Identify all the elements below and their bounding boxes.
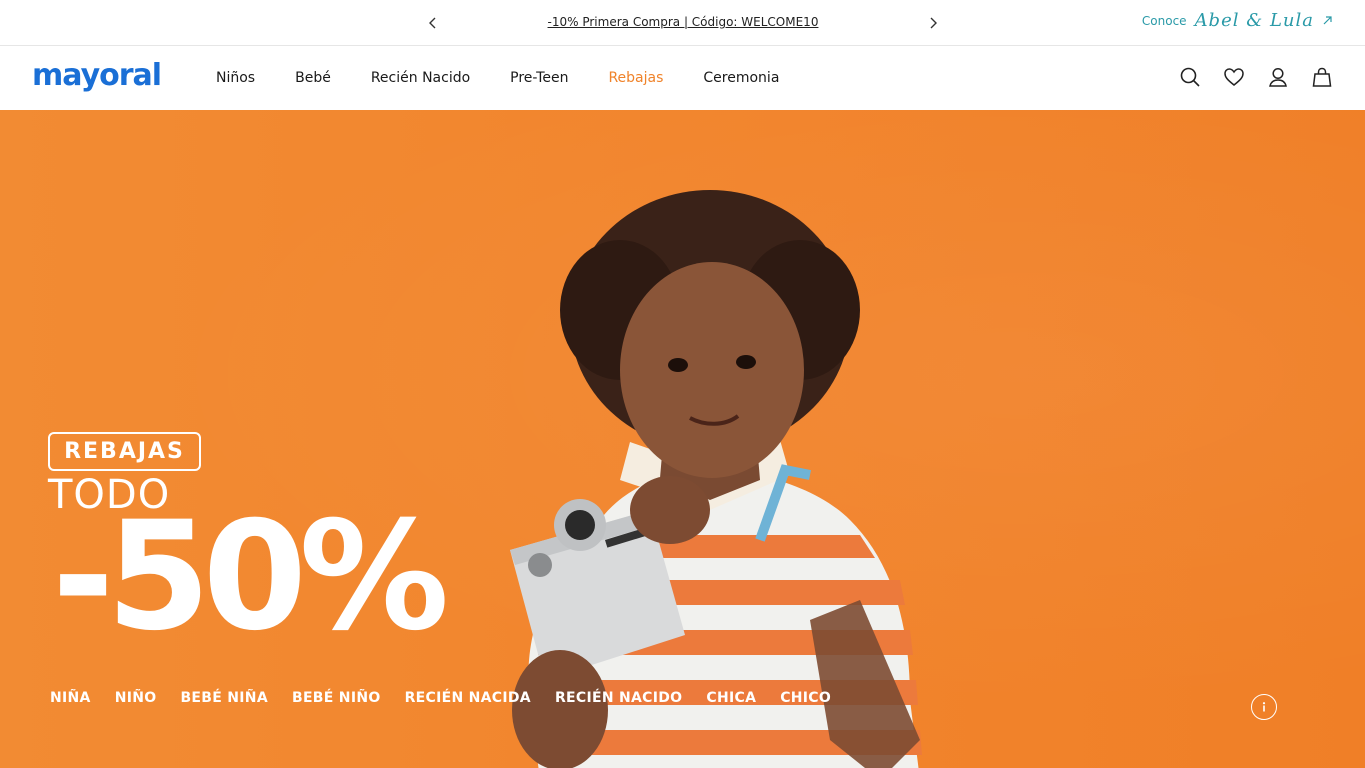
conoce-label: Conoce [1141, 13, 1187, 28]
chevron-right-icon [930, 17, 937, 29]
wishlist-button[interactable] [1223, 66, 1245, 88]
heart-icon [1224, 68, 1244, 86]
category-link-nino[interactable]: NIÑO [115, 690, 157, 706]
chevron-left-icon [429, 17, 436, 29]
announcement-next-button[interactable] [923, 13, 943, 33]
rebajas-badge: REBAJAS [48, 432, 201, 471]
search-button[interactable] [1179, 66, 1201, 88]
category-link-bebe-nino[interactable]: BEBÉ NIÑO [292, 690, 381, 706]
hero-info-button[interactable] [1251, 694, 1277, 720]
nav-item-recien-nacido[interactable]: Recién Nacido [371, 70, 470, 86]
announcement-prev-button[interactable] [423, 13, 443, 33]
nav-item-ceremonia[interactable]: Ceremonia [703, 70, 779, 86]
hero-category-links: NIÑA NIÑO BEBÉ NIÑA BEBÉ NIÑO RECIÉN NAC… [50, 690, 855, 706]
category-link-chico[interactable]: CHICO [780, 690, 831, 706]
header-icons [1179, 66, 1333, 88]
search-icon [1180, 67, 1200, 87]
hero-child-image [510, 190, 922, 768]
user-icon [1269, 67, 1287, 87]
abel-lula-link[interactable]: Conoce Abel & Lula [1142, 10, 1333, 31]
nav-item-pre-teen[interactable]: Pre-Teen [510, 70, 568, 86]
category-link-recien-nacida[interactable]: RECIÉN NACIDA [405, 690, 531, 706]
abel-lula-brand: Abel & Lula [1194, 10, 1314, 31]
nav-item-bebe[interactable]: Bebé [295, 70, 331, 86]
category-link-nina[interactable]: NIÑA [50, 690, 91, 706]
main-header: mayoral Niños Bebé Recién Nacido Pre-Tee… [0, 46, 1365, 110]
hero-discount-text: -50% [52, 490, 449, 664]
hero-banner[interactable]: REBAJAS TODO -50% NIÑA NIÑO BEBÉ NIÑA BE… [0, 110, 1365, 768]
announcement-promo-link[interactable]: -10% Primera Compra | Código: WELCOME10 [483, 15, 883, 29]
mayoral-logo[interactable]: mayoral [32, 58, 162, 93]
category-link-chica[interactable]: CHICA [706, 690, 756, 706]
bag-icon [1312, 67, 1332, 87]
info-icon [1262, 702, 1266, 712]
nav-item-rebajas[interactable]: Rebajas [608, 70, 663, 86]
account-button[interactable] [1267, 66, 1289, 88]
category-link-bebe-nina[interactable]: BEBÉ NIÑA [180, 690, 268, 706]
announcement-bar: -10% Primera Compra | Código: WELCOME10 … [0, 0, 1365, 46]
cart-button[interactable] [1311, 66, 1333, 88]
category-link-recien-nacido[interactable]: RECIÉN NACIDO [555, 690, 682, 706]
nav-item-ninos[interactable]: Niños [216, 70, 255, 86]
external-arrow-icon [1323, 16, 1332, 25]
main-nav: Niños Bebé Recién Nacido Pre-Teen Rebaja… [216, 70, 819, 86]
